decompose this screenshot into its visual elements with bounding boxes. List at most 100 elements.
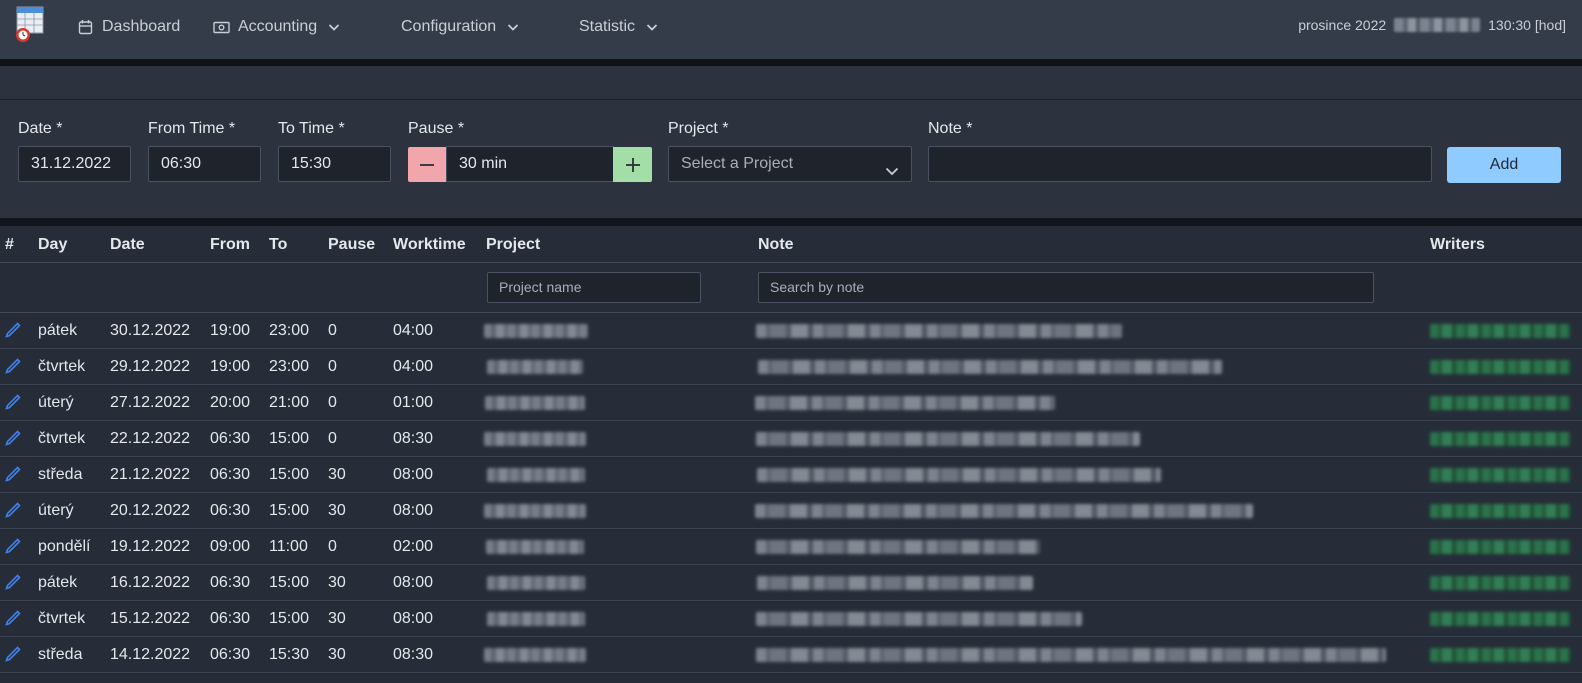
row-from: 06:30	[210, 466, 251, 483]
to-time-input[interactable]: 15:30	[278, 146, 391, 182]
edit-pencil-icon[interactable]	[4, 393, 22, 411]
edit-pencil-icon[interactable]	[4, 609, 22, 627]
row-note-redacted	[756, 432, 1140, 446]
row-to: 11:00	[269, 538, 308, 555]
row-day: pátek	[38, 574, 78, 591]
row-to: 23:00	[269, 358, 310, 375]
edit-pencil-icon[interactable]	[4, 573, 22, 591]
row-pause: 30	[328, 610, 346, 627]
row-from: 06:30	[210, 646, 251, 663]
row-day: úterý	[38, 394, 74, 411]
note-search-input[interactable]: Search by note	[758, 272, 1374, 303]
date-input[interactable]: 31.12.2022	[18, 146, 131, 182]
edit-pencil-icon[interactable]	[4, 321, 22, 339]
row-pause: 30	[328, 646, 346, 663]
row-worktime: 08:00	[393, 502, 434, 519]
row-date: 30.12.2022	[110, 322, 191, 339]
project-select-placeholder: Select a Project	[681, 155, 794, 172]
row-to: 15:00	[269, 610, 310, 627]
nav-divider	[0, 59, 1582, 66]
col-header-to[interactable]: To	[269, 236, 287, 254]
table-row[interactable]: středa 21.12.2022 06:30 15:00 30 08:00	[0, 457, 1582, 493]
edit-pencil-icon[interactable]	[4, 429, 22, 447]
row-note-redacted	[757, 576, 1033, 590]
chevron-down-icon	[327, 20, 341, 34]
pause-increase-button[interactable]	[613, 147, 652, 182]
row-note-redacted	[757, 468, 1161, 482]
from-time-input[interactable]: 06:30	[148, 146, 261, 182]
col-header-from[interactable]: From	[210, 236, 250, 254]
col-header-writers[interactable]: Writers	[1430, 236, 1485, 254]
col-header-date[interactable]: Date	[110, 236, 145, 254]
add-button[interactable]: Add	[1447, 147, 1561, 183]
project-name-filter-input[interactable]: Project name	[487, 272, 701, 303]
to-time-label: To Time *	[278, 120, 345, 137]
calendar-icon	[76, 18, 94, 36]
col-header-note[interactable]: Note	[758, 236, 794, 254]
row-pause: 30	[328, 502, 346, 519]
row-pause: 0	[328, 322, 337, 339]
edit-pencil-icon[interactable]	[4, 501, 22, 519]
table-row[interactable]: pátek 16.12.2022 06:30 15:00 30 08:00	[0, 565, 1582, 601]
row-date: 27.12.2022	[110, 394, 191, 411]
table-row[interactable]: čtvrtek 22.12.2022 06:30 15:00 0 08:30	[0, 421, 1582, 457]
edit-pencil-icon[interactable]	[4, 537, 22, 555]
table-row[interactable]: středa 14.12.2022 06:30 15:30 30 08:30	[0, 637, 1582, 673]
col-header-worktime[interactable]: Worktime	[393, 236, 466, 254]
col-header-pause[interactable]: Pause	[328, 236, 375, 254]
row-worktime: 01:00	[393, 394, 434, 411]
pause-decrease-button[interactable]	[408, 147, 446, 182]
row-note-redacted	[756, 540, 1040, 554]
nav-statistic[interactable]: Statistic	[579, 17, 659, 37]
row-from: 06:30	[210, 574, 251, 591]
col-header-day[interactable]: Day	[38, 236, 67, 254]
table-row[interactable]: pondělí 19.12.2022 09:00 11:00 0 02:00	[0, 529, 1582, 565]
edit-pencil-icon[interactable]	[4, 645, 22, 663]
table-row[interactable]: pátek 30.12.2022 19:00 23:00 0 04:00	[0, 313, 1582, 349]
nav-accounting[interactable]: Accounting	[212, 17, 341, 37]
nav-statistic-label: Statistic	[579, 18, 636, 35]
row-writer-redacted	[1430, 396, 1570, 410]
table-row[interactable]: úterý 20.12.2022 06:30 15:00 30 08:00	[0, 493, 1582, 529]
nav-dashboard-label: Dashboard	[102, 18, 181, 35]
row-worktime: 02:00	[393, 538, 434, 555]
col-header-project[interactable]: Project	[486, 236, 540, 254]
row-project-redacted	[484, 648, 586, 662]
row-day: úterý	[38, 502, 74, 519]
nav-dashboard[interactable]: Dashboard	[76, 17, 180, 37]
table-row[interactable]: čtvrtek 29.12.2022 19:00 23:00 0 04:00	[0, 349, 1582, 385]
row-to: 15:00	[269, 502, 310, 519]
nav-configuration[interactable]: Configuration	[401, 17, 520, 37]
chevron-down-icon	[506, 20, 520, 34]
pause-input[interactable]: 30 min	[446, 146, 614, 182]
table-filter-row: Project name Search by note	[0, 263, 1582, 313]
total-hours: 130:30 [hod]	[1488, 17, 1566, 33]
row-to: 15:00	[269, 574, 310, 591]
top-navbar: Dashboard Accounting Configuration Stati…	[0, 0, 1582, 59]
row-date: 21.12.2022	[110, 466, 191, 483]
row-from: 19:00	[210, 322, 251, 339]
app-logo-icon[interactable]	[13, 5, 47, 43]
row-pause: 30	[328, 466, 346, 483]
row-pause: 0	[328, 358, 337, 375]
row-worktime: 04:00	[393, 322, 434, 339]
edit-pencil-icon[interactable]	[4, 465, 22, 483]
table-header: # Day Date From To Pause Worktime Projec…	[0, 226, 1582, 263]
row-writer-redacted	[1430, 540, 1570, 554]
table-row[interactable]: úterý 27.12.2022 20:00 21:00 0 01:00	[0, 385, 1582, 421]
nav-configuration-label: Configuration	[401, 18, 497, 35]
row-project-redacted	[487, 360, 583, 374]
current-period: prosince 2022	[1298, 17, 1387, 33]
project-select[interactable]: Select a Project	[668, 146, 912, 182]
row-note-redacted	[756, 324, 1122, 338]
row-to: 23:00	[269, 322, 310, 339]
from-time-label: From Time *	[148, 120, 236, 137]
row-note-redacted	[755, 504, 1253, 518]
row-pause: 0	[328, 538, 337, 555]
user-name-redacted[interactable]	[1394, 18, 1481, 32]
table-row[interactable]: čtvrtek 15.12.2022 06:30 15:00 30 08:00	[0, 601, 1582, 637]
edit-pencil-icon[interactable]	[4, 357, 22, 375]
note-input[interactable]	[928, 146, 1432, 182]
row-writer-redacted	[1430, 468, 1570, 482]
pause-label: Pause *	[408, 120, 465, 137]
